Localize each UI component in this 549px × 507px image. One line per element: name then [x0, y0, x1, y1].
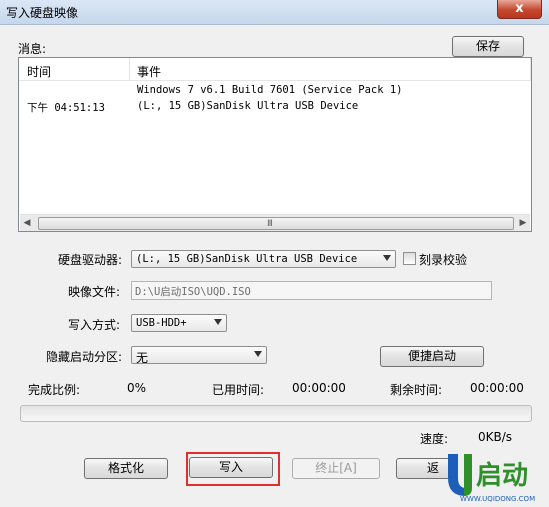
- drive-value: (L:, 15 GB)SanDisk Ultra USB Device: [136, 253, 358, 265]
- image-file-value: D:\U启动ISO\UQD.ISO: [135, 286, 251, 298]
- log-header: [19, 58, 531, 81]
- column-separator[interactable]: [129, 58, 130, 80]
- window-title: 写入硬盘映像: [6, 6, 79, 20]
- column-header-event[interactable]: 事件: [137, 63, 161, 80]
- save-button[interactable]: 保存: [452, 36, 524, 57]
- u-logo-icon: 启动 WWW.UQIDONG.COM: [448, 454, 535, 503]
- close-icon: x: [515, 1, 524, 16]
- svg-text:启动: 启动: [476, 460, 528, 491]
- log-row-event: Windows 7 v6.1 Build 7601 (Service Pack …: [137, 84, 403, 96]
- column-separator[interactable]: [530, 58, 531, 80]
- remaining-label: 剩余时间:: [390, 383, 443, 397]
- progress-bar: [20, 405, 532, 422]
- title-bar: [0, 0, 549, 25]
- log-row-time: 下午 04:51:13: [27, 102, 105, 114]
- verify-checkbox[interactable]: [403, 252, 416, 265]
- write-method-label: 写入方式:: [68, 318, 121, 332]
- scroll-right-icon[interactable]: ▶: [516, 215, 530, 231]
- speed-label: 速度:: [420, 432, 449, 446]
- hidden-partition-select[interactable]: 无: [131, 346, 267, 365]
- drive-label: 硬盘驱动器:: [58, 253, 123, 267]
- image-file-field[interactable]: D:\U启动ISO\UQD.ISO: [131, 281, 492, 300]
- scrollbar-thumb[interactable]: III: [38, 217, 514, 230]
- log-row-event: (L:, 15 GB)SanDisk Ultra USB Device: [137, 100, 359, 112]
- grip-icon: III: [267, 219, 273, 229]
- verify-label[interactable]: 刻录校验: [419, 251, 467, 268]
- horizontal-scrollbar[interactable]: ◀ III ▶: [20, 214, 530, 231]
- format-button[interactable]: 格式化: [84, 458, 168, 479]
- chevron-down-icon: [383, 255, 391, 261]
- quick-boot-button[interactable]: 便捷启动: [380, 346, 484, 367]
- speed-value: 0KB/s: [478, 430, 513, 444]
- stop-button[interactable]: 终止[A]: [292, 458, 380, 479]
- completion-label: 完成比例:: [28, 383, 81, 397]
- completion-value: 0%: [127, 381, 147, 395]
- elapsed-label: 已用时间:: [212, 383, 265, 397]
- message-log: 时间 事件 下午 04:51:13 Windows 7 v6.1 Build 7…: [18, 57, 532, 232]
- messages-label: 消息:: [18, 42, 47, 56]
- write-method-value: USB-HDD+: [136, 317, 187, 329]
- chevron-down-icon: [214, 319, 222, 325]
- elapsed-value: 00:00:00: [292, 381, 346, 395]
- write-method-select[interactable]: USB-HDD+: [131, 314, 227, 332]
- scroll-left-icon[interactable]: ◀: [20, 215, 34, 231]
- column-header-time[interactable]: 时间: [27, 63, 51, 80]
- drive-select[interactable]: (L:, 15 GB)SanDisk Ultra USB Device: [131, 250, 396, 268]
- remaining-value: 00:00:00: [470, 381, 524, 395]
- hidden-partition-label: 隐藏启动分区:: [46, 350, 123, 364]
- hidden-partition-value: 无: [136, 351, 149, 365]
- uqidong-logo: 启动 WWW.UQIDONG.COM: [442, 448, 548, 504]
- chevron-down-icon: [254, 351, 262, 357]
- close-button[interactable]: x: [497, 0, 542, 19]
- write-button-highlight: [186, 452, 280, 486]
- svg-text:WWW.UQIDONG.COM: WWW.UQIDONG.COM: [460, 495, 535, 503]
- image-file-label: 映像文件:: [68, 285, 121, 299]
